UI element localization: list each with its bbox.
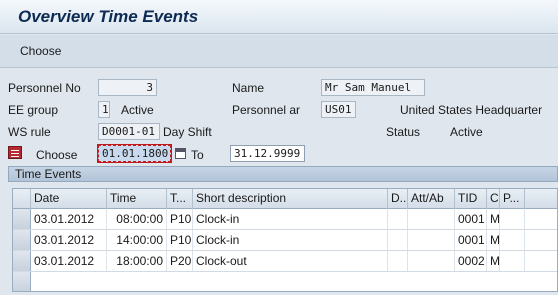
cell-tid: 0001: [455, 230, 487, 250]
ee-group-text: Active: [121, 103, 154, 117]
cell-time: 08:00:00: [107, 209, 167, 229]
ee-group-field[interactable]: 1: [98, 101, 110, 118]
column-header-att-ab[interactable]: Att/Ab: [408, 189, 455, 209]
cell-short-description: Clock-in: [193, 230, 388, 250]
application-toolbar: Choose: [0, 35, 558, 68]
row-selector[interactable]: [13, 209, 31, 229]
row-selector[interactable]: [13, 230, 31, 250]
personnel-no-label: Personnel No: [8, 81, 81, 95]
cell-date: 03.01.2012: [31, 251, 107, 271]
choose-button[interactable]: Choose: [20, 44, 61, 58]
cell-short-description: Clock-out: [193, 251, 388, 271]
date-to-label: To: [191, 148, 204, 162]
select-all-header[interactable]: [13, 189, 31, 209]
personnel-area-label: Personnel ar: [232, 103, 301, 117]
column-header-short-description[interactable]: Short description: [193, 189, 388, 209]
ee-group-label: EE group: [8, 103, 59, 117]
cell-date: 03.01.2012: [31, 230, 107, 250]
ws-rule-field[interactable]: D0001-01: [98, 123, 160, 140]
cell-d: [388, 251, 408, 271]
name-label: Name: [232, 81, 265, 95]
cell-c: M: [487, 209, 500, 229]
ws-rule-label: WS rule: [8, 125, 51, 139]
personnel-area-field[interactable]: US01: [321, 101, 356, 118]
status-label: Status: [386, 125, 421, 139]
page-title: Overview Time Events: [18, 7, 199, 26]
time-events-panel-title: Time Events: [8, 166, 558, 182]
cell-att-ab: [408, 230, 455, 250]
cell-type: P20: [167, 251, 193, 271]
date-from-field[interactable]: 01.01.1800: [97, 144, 172, 163]
cell-short-description: Clock-in: [193, 209, 388, 229]
list-selection-icon[interactable]: [8, 146, 22, 159]
cell-type: P10: [167, 209, 193, 229]
cell-att-ab: [408, 209, 455, 229]
cell-time: 18:00:00: [107, 251, 167, 271]
column-header-d[interactable]: D..: [388, 189, 408, 209]
cell-p: [500, 251, 525, 271]
cell-c: M: [487, 251, 500, 271]
table-row-empty[interactable]: [13, 272, 557, 291]
cell-p: [500, 230, 525, 250]
table-row[interactable]: 03.01.2012 18:00:00 P20 Clock-out 0002 M: [13, 251, 557, 272]
personnel-no-field[interactable]: 3: [98, 79, 157, 96]
cell-type: P10: [167, 230, 193, 250]
ws-rule-text: Day Shift: [163, 125, 212, 139]
cell-time: 14:00:00: [107, 230, 167, 250]
time-events-table: Date Time T... Short description D.. Att…: [12, 188, 558, 292]
column-header-c[interactable]: C: [487, 189, 500, 209]
table-row[interactable]: 03.01.2012 14:00:00 P10 Clock-in 0001 M: [13, 230, 557, 251]
status-text: Active: [450, 125, 483, 139]
column-header-p[interactable]: P...: [500, 189, 525, 209]
cell-tid: 0001: [455, 209, 487, 229]
column-header-date[interactable]: Date: [31, 189, 107, 209]
selection-choose-label: Choose: [36, 148, 78, 162]
name-field[interactable]: Mr Sam Manuel: [321, 79, 425, 96]
row-selector[interactable]: [13, 272, 31, 291]
row-selector[interactable]: [13, 251, 31, 271]
cell-att-ab: [408, 251, 455, 271]
calendar-icon[interactable]: [175, 148, 186, 159]
cell-tid: 0002: [455, 251, 487, 271]
table-header: Date Time T... Short description D.. Att…: [13, 189, 557, 209]
cell-d: [388, 209, 408, 229]
table-row[interactable]: 03.01.2012 08:00:00 P10 Clock-in 0001 M: [13, 209, 557, 230]
cell-p: [500, 209, 525, 229]
cell-d: [388, 230, 408, 250]
title-bar: Overview Time Events: [0, 0, 558, 34]
column-header-type[interactable]: T...: [167, 189, 193, 209]
date-to-field[interactable]: 31.12.9999: [230, 145, 305, 162]
cell-date: 03.01.2012: [31, 209, 107, 229]
cell-c: M: [487, 230, 500, 250]
column-header-tid[interactable]: TID: [455, 189, 487, 209]
personnel-area-text: United States Headquarter: [400, 103, 543, 117]
column-header-time[interactable]: Time: [107, 189, 167, 209]
